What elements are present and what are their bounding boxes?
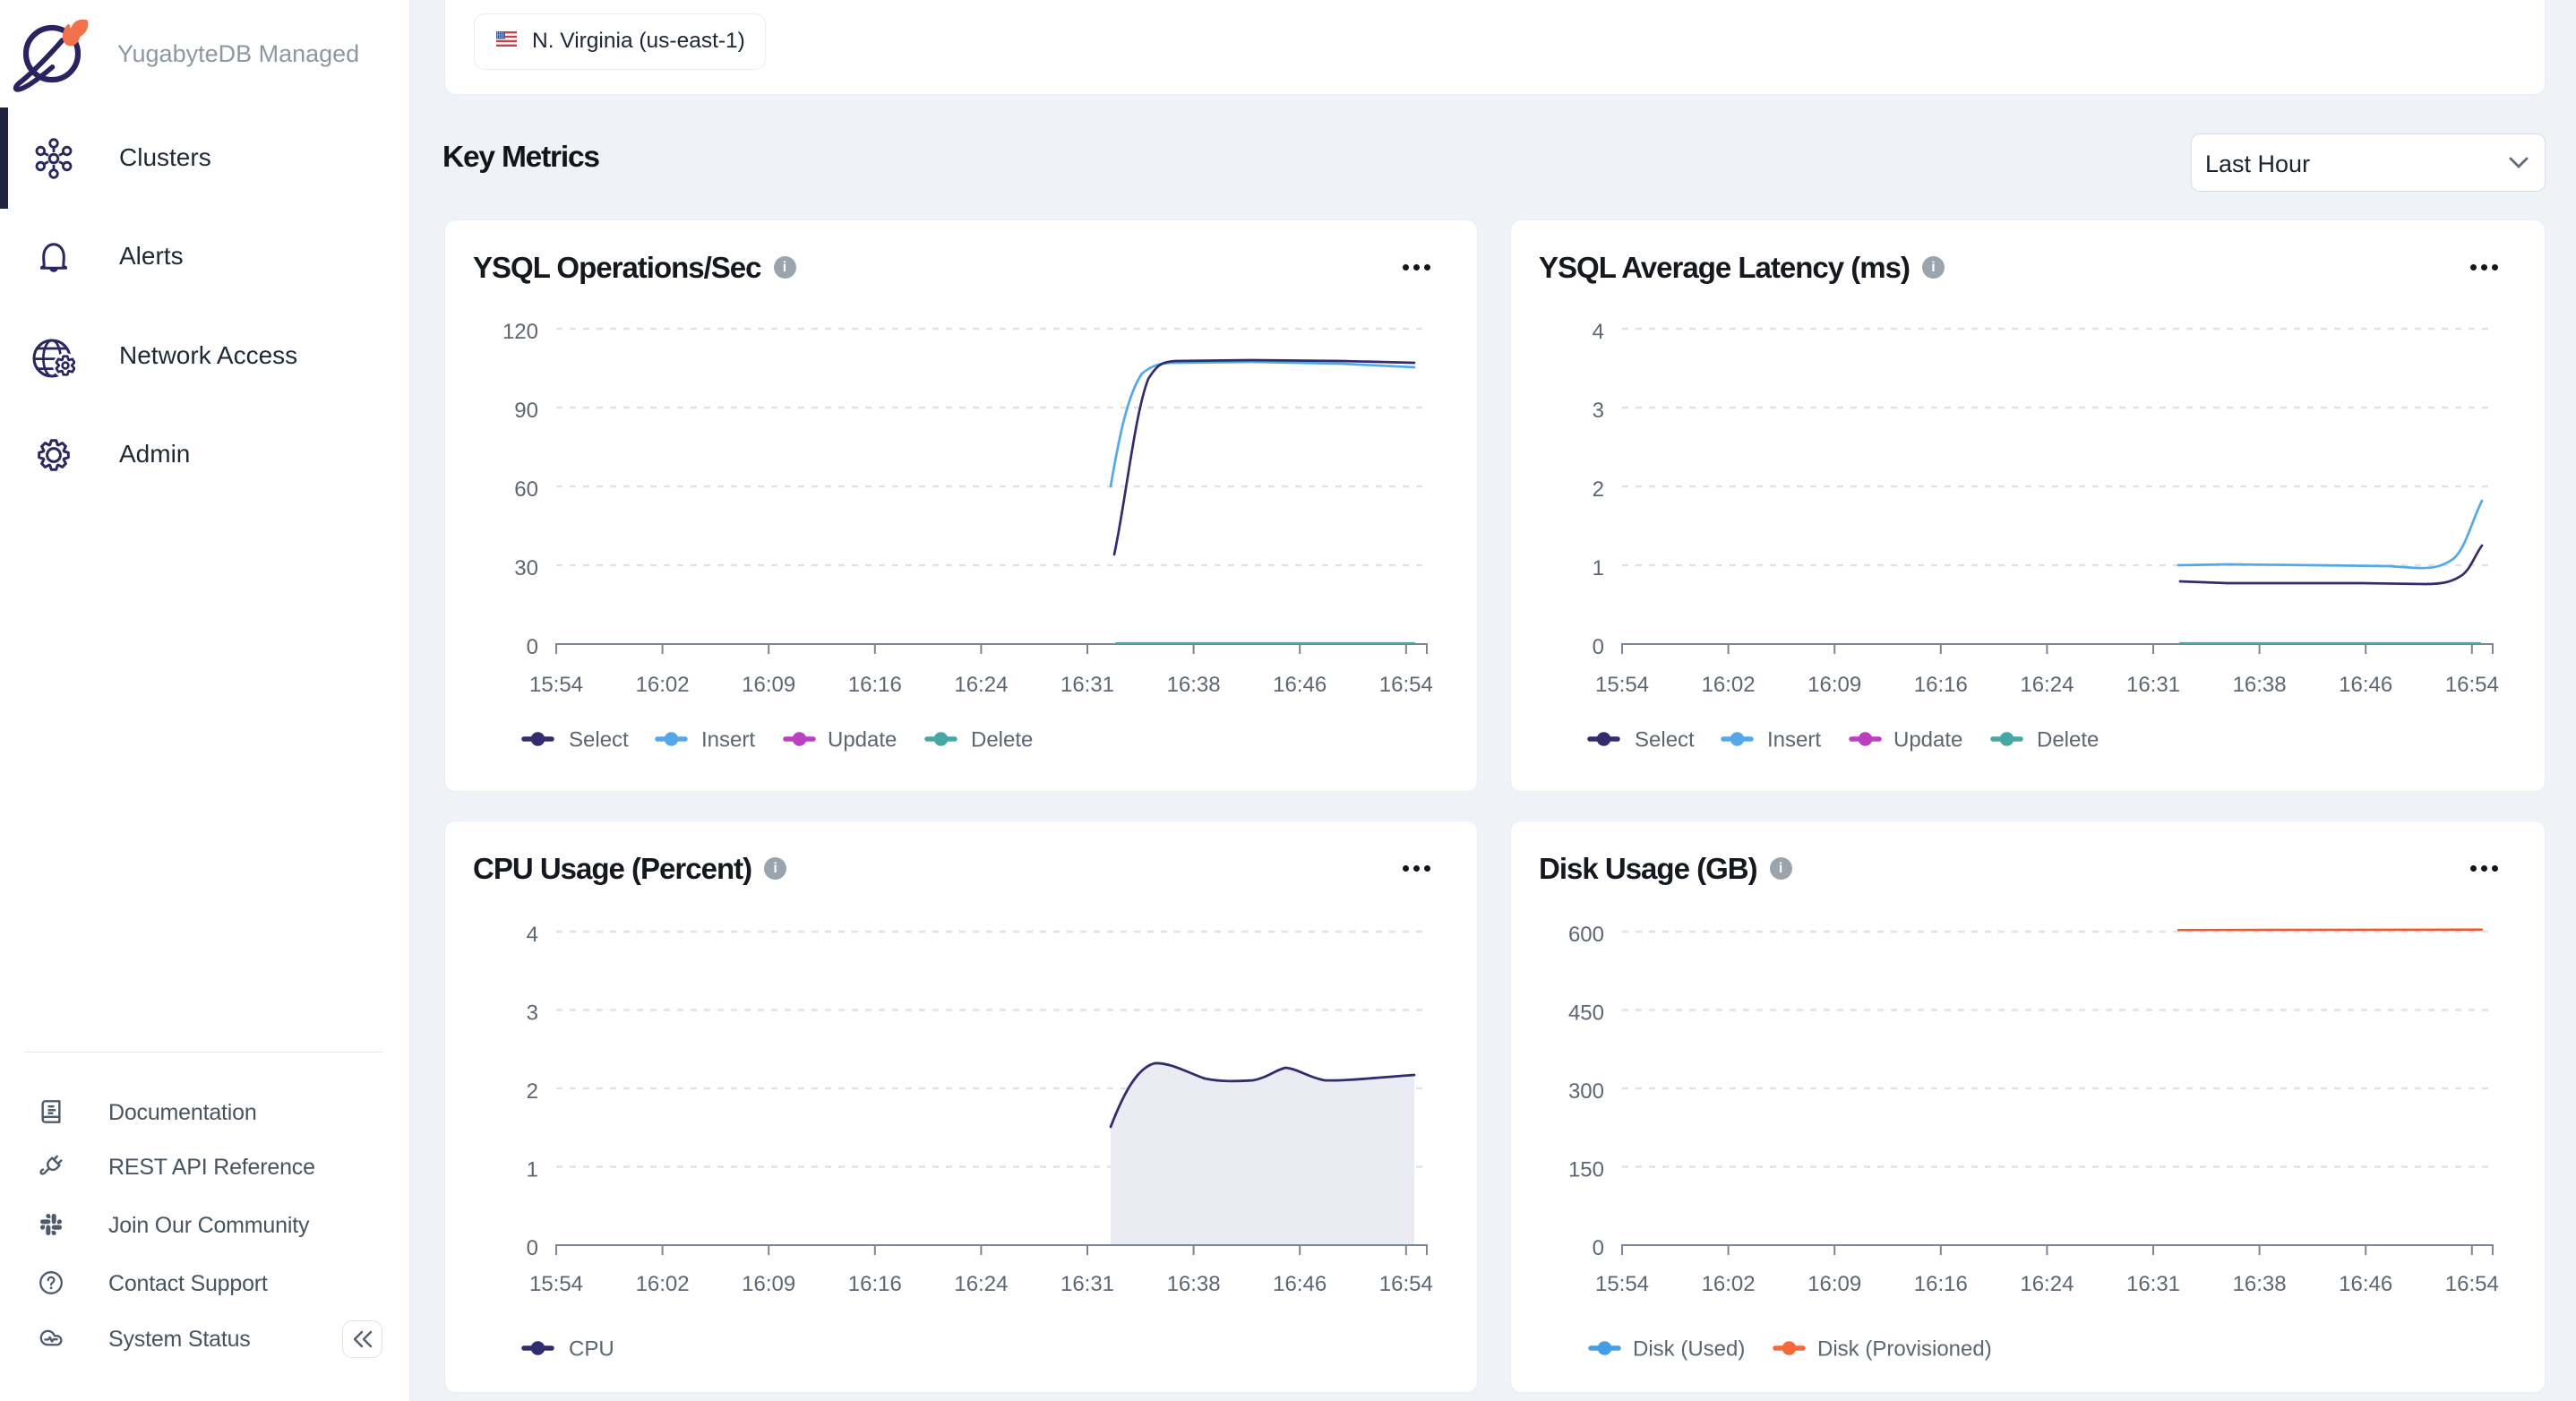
svg-text:16:09: 16:09 <box>742 673 795 697</box>
svg-text:16:02: 16:02 <box>636 1272 690 1296</box>
svg-text:Delete: Delete <box>971 728 1033 752</box>
svg-text:450: 450 <box>1568 1001 1604 1026</box>
svg-text:Select: Select <box>1635 728 1695 752</box>
svg-text:16:46: 16:46 <box>1273 673 1327 697</box>
svg-text:16:54: 16:54 <box>2445 673 2499 697</box>
svg-text:16:16: 16:16 <box>1914 673 1968 697</box>
svg-text:16:16: 16:16 <box>1914 1272 1968 1296</box>
svg-text:90: 90 <box>514 399 538 423</box>
svg-text:150: 150 <box>1568 1158 1604 1182</box>
svg-text:4: 4 <box>1593 320 1604 344</box>
svg-text:0: 0 <box>527 635 538 659</box>
svg-text:16:24: 16:24 <box>2020 673 2074 697</box>
svg-text:Disk (Provisioned): Disk (Provisioned) <box>1817 1337 1992 1362</box>
svg-text:16:09: 16:09 <box>1807 1272 1861 1296</box>
svg-text:300: 300 <box>1568 1079 1604 1104</box>
svg-text:30: 30 <box>514 556 538 580</box>
svg-text:15:54: 15:54 <box>529 673 583 697</box>
svg-text:16:02: 16:02 <box>1702 1272 1756 1296</box>
svg-text:16:38: 16:38 <box>1167 1272 1221 1296</box>
svg-text:3: 3 <box>1593 399 1604 423</box>
svg-text:16:02: 16:02 <box>1702 673 1756 697</box>
svg-text:15:54: 15:54 <box>1595 1272 1649 1296</box>
svg-text:16:16: 16:16 <box>848 673 902 697</box>
svg-text:16:31: 16:31 <box>1060 1272 1114 1296</box>
svg-text:16:46: 16:46 <box>2339 1272 2392 1296</box>
svg-text:16:09: 16:09 <box>742 1272 795 1296</box>
svg-text:16:54: 16:54 <box>1379 673 1433 697</box>
svg-text:0: 0 <box>1593 1236 1604 1260</box>
svg-text:2: 2 <box>1593 477 1604 502</box>
svg-text:Insert: Insert <box>1767 728 1821 752</box>
svg-text:16:31: 16:31 <box>1060 673 1114 697</box>
svg-text:16:09: 16:09 <box>1807 673 1861 697</box>
svg-text:16:31: 16:31 <box>2126 673 2180 697</box>
svg-text:16:46: 16:46 <box>1273 1272 1327 1296</box>
svg-text:16:46: 16:46 <box>2339 673 2392 697</box>
svg-text:120: 120 <box>502 320 538 344</box>
svg-text:1: 1 <box>527 1158 538 1182</box>
svg-text:15:54: 15:54 <box>529 1272 583 1296</box>
svg-text:Disk (Used): Disk (Used) <box>1633 1337 1745 1362</box>
svg-text:16:54: 16:54 <box>2445 1272 2499 1296</box>
svg-text:16:38: 16:38 <box>2233 673 2287 697</box>
svg-text:16:24: 16:24 <box>2020 1272 2074 1296</box>
svg-text:16:38: 16:38 <box>1167 673 1221 697</box>
svg-text:Delete: Delete <box>2037 728 2099 752</box>
svg-text:15:54: 15:54 <box>1595 673 1649 697</box>
svg-text:3: 3 <box>527 1001 538 1026</box>
svg-text:60: 60 <box>514 477 538 502</box>
svg-text:Select: Select <box>569 728 629 752</box>
svg-text:16:31: 16:31 <box>2126 1272 2180 1296</box>
svg-text:0: 0 <box>1593 635 1604 659</box>
svg-text:Insert: Insert <box>701 728 755 752</box>
svg-text:16:24: 16:24 <box>954 1272 1008 1296</box>
svg-text:Update: Update <box>1893 728 1962 752</box>
svg-text:16:24: 16:24 <box>954 673 1008 697</box>
svg-text:2: 2 <box>527 1079 538 1104</box>
svg-text:1: 1 <box>1593 556 1604 580</box>
svg-text:Update: Update <box>828 728 897 752</box>
svg-text:16:54: 16:54 <box>1379 1272 1433 1296</box>
svg-text:4: 4 <box>527 923 538 947</box>
svg-text:16:02: 16:02 <box>636 673 690 697</box>
svg-text:16:38: 16:38 <box>2233 1272 2287 1296</box>
svg-text:CPU: CPU <box>569 1337 614 1362</box>
svg-text:0: 0 <box>527 1236 538 1260</box>
svg-text:16:16: 16:16 <box>848 1272 902 1296</box>
svg-text:600: 600 <box>1568 923 1604 947</box>
